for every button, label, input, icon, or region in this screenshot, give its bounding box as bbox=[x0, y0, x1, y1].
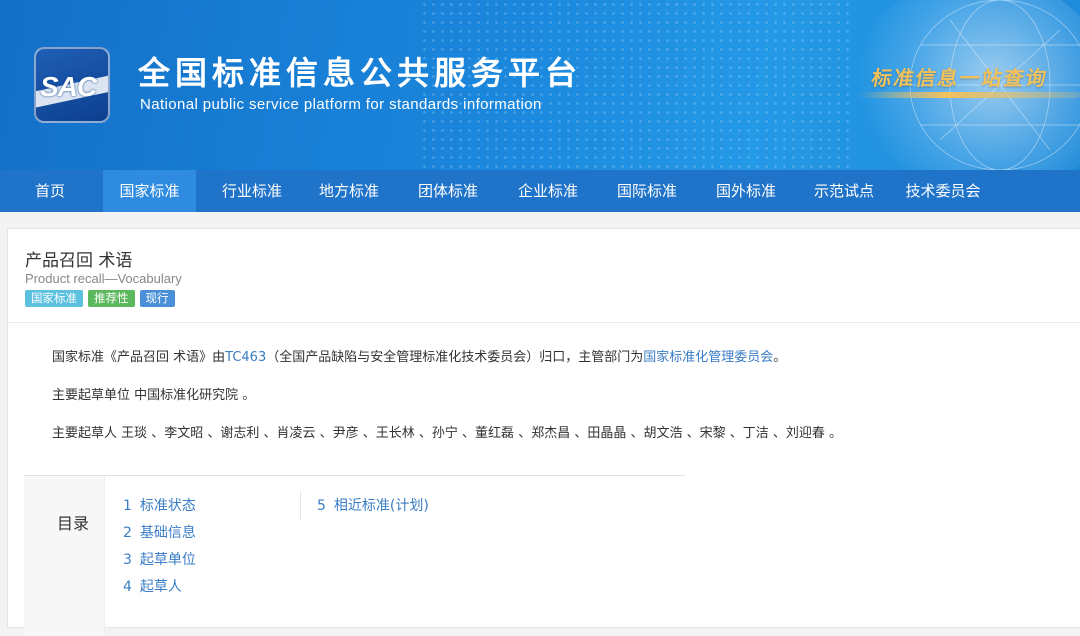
toc-item-similar-standards[interactable]: 5 相近标准(计划) bbox=[317, 495, 429, 515]
tc-link[interactable]: TC463 bbox=[225, 350, 266, 365]
standard-tags: 国家标准 推荐性 现行 bbox=[25, 290, 175, 307]
nav-item-enterprise[interactable]: 企业标准 bbox=[500, 170, 596, 212]
site-subtitle: National public service platform for sta… bbox=[140, 96, 542, 113]
nav-item-national[interactable]: 国家标准 bbox=[103, 170, 196, 212]
toc-text: 基础信息 bbox=[139, 525, 196, 541]
toc-num: 3 bbox=[123, 552, 132, 568]
tag-recommended: 推荐性 bbox=[88, 290, 135, 307]
main-nav: 首页 国家标准 行业标准 地方标准 团体标准 企业标准 国际标准 国外标准 示范… bbox=[0, 170, 1080, 212]
toc-item-basic-info[interactable]: 2 基础信息 bbox=[123, 522, 196, 542]
toc-text: 起草人 bbox=[139, 579, 182, 595]
toc-num: 2 bbox=[123, 525, 132, 541]
divider bbox=[8, 322, 1080, 323]
standard-detail-card: 产品召回 术语 Product recall—Vocabulary 国家标准 推… bbox=[7, 228, 1080, 636]
tag-national-standard: 国家标准 bbox=[25, 290, 83, 307]
desc-suffix: 。 bbox=[773, 350, 787, 365]
toc-num: 5 bbox=[317, 498, 326, 514]
drafting-unit-line: 主要起草单位 中国标准化研究院 。 bbox=[52, 388, 256, 403]
nav-item-foreign[interactable]: 国外标准 bbox=[698, 170, 794, 212]
department-link[interactable]: 国家标准化管理委员会 bbox=[643, 350, 773, 365]
standard-title: 产品召回 术语 bbox=[25, 251, 133, 271]
table-of-contents: 目录 1 标准状态 2 基础信息 3 起草单位 4 起草人 5 相近标准(计划) bbox=[24, 475, 685, 636]
drafters-line: 主要起草人 王琰 、李文昭 、谢志利 、肖凌云 、尹彦 、王长林 、孙宁 、董红… bbox=[52, 426, 842, 441]
toc-text: 标准状态 bbox=[139, 498, 196, 514]
site-title: 全国标准信息公共服务平台 bbox=[138, 54, 583, 92]
standard-title-en: Product recall—Vocabulary bbox=[25, 271, 182, 286]
standard-description: 国家标准《产品召回 术语》由TC463（全国产品缺陷与安全管理标准化技术委员会）… bbox=[52, 346, 786, 365]
nav-item-group[interactable]: 团体标准 bbox=[396, 170, 500, 212]
sac-logo[interactable]: SAC bbox=[34, 47, 110, 123]
toc-column-divider bbox=[300, 491, 301, 521]
site-banner: SAC 全国标准信息公共服务平台 National public service… bbox=[0, 0, 1080, 170]
toc-item-drafting-unit[interactable]: 3 起草单位 bbox=[123, 549, 196, 569]
nav-item-committee[interactable]: 技术委员会 bbox=[894, 170, 992, 212]
toc-item-drafters[interactable]: 4 起草人 bbox=[123, 576, 182, 596]
toc-label-panel: 目录 bbox=[24, 476, 105, 636]
nav-item-local[interactable]: 地方标准 bbox=[302, 170, 396, 212]
toc-num: 1 bbox=[123, 498, 132, 514]
nav-item-international[interactable]: 国际标准 bbox=[596, 170, 698, 212]
toc-item-status[interactable]: 1 标准状态 bbox=[123, 495, 196, 515]
tag-current: 现行 bbox=[139, 290, 175, 307]
toc-num: 4 bbox=[123, 579, 132, 595]
toc-label: 目录 bbox=[57, 514, 90, 533]
logo-text: SAC bbox=[40, 71, 97, 102]
nav-item-home[interactable]: 首页 bbox=[0, 170, 100, 212]
desc-middle: （全国产品缺陷与安全管理标准化技术委员会）归口，主管部门为 bbox=[266, 350, 644, 365]
desc-prefix: 国家标准《产品召回 术语》由 bbox=[52, 350, 226, 365]
nav-item-industry[interactable]: 行业标准 bbox=[202, 170, 302, 212]
nav-item-pilot[interactable]: 示范试点 bbox=[794, 170, 894, 212]
toc-text: 相近标准(计划) bbox=[333, 498, 429, 514]
toc-text: 起草单位 bbox=[139, 552, 196, 568]
slogan: 标准信息一站查询 bbox=[869, 66, 1050, 90]
slogan-underline bbox=[858, 92, 1080, 98]
